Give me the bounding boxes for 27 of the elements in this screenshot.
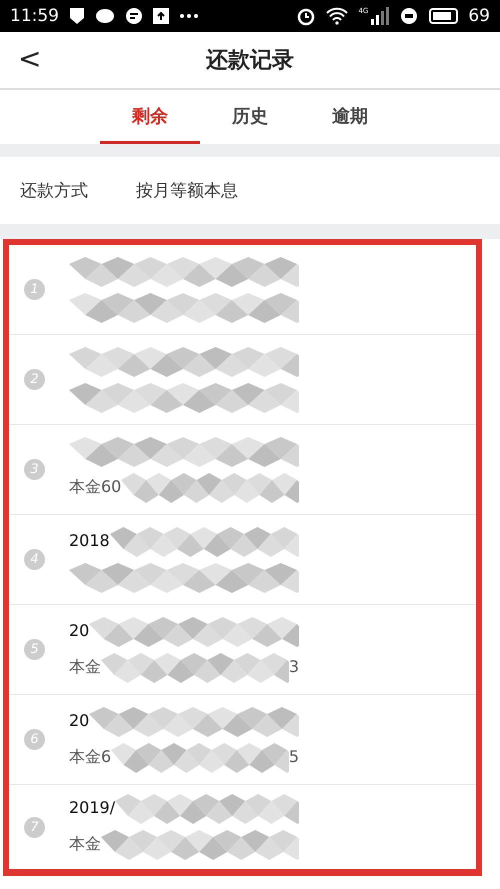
more-icon — [179, 13, 199, 19]
record-amount: 本金 — [69, 656, 101, 678]
shield-icon — [69, 7, 85, 25]
record-date: 20 — [69, 620, 90, 642]
record-amount: 3 — [288, 656, 299, 678]
record-date: 2019/ — [69, 798, 116, 819]
upload-icon — [153, 8, 169, 24]
back-button[interactable]: < — [14, 42, 46, 75]
method-value: 按月等额本息 — [136, 180, 238, 202]
tab[interactable]: 历史 — [200, 90, 300, 144]
message-icon — [125, 7, 143, 25]
record-date: 20 — [69, 710, 90, 732]
method-label: 还款方式 — [20, 180, 88, 202]
page-title: 还款记录 — [206, 47, 294, 75]
record-amount: 本金 — [69, 834, 101, 855]
record-amount: 本金60 — [69, 476, 122, 498]
alarm-icon — [296, 6, 316, 26]
record-amount: 5 — [288, 746, 299, 768]
chat-icon — [95, 8, 115, 24]
tab[interactable]: 逾期 — [300, 90, 400, 144]
record-amount: 本金6 — [69, 746, 112, 768]
wifi-icon — [326, 7, 348, 25]
signal-icon — [370, 7, 390, 25]
clock-time: 11:59 — [10, 6, 59, 26]
record-date: 2018 — [69, 530, 110, 552]
battery-level: 69 — [468, 6, 490, 26]
battery-icon — [428, 8, 458, 24]
